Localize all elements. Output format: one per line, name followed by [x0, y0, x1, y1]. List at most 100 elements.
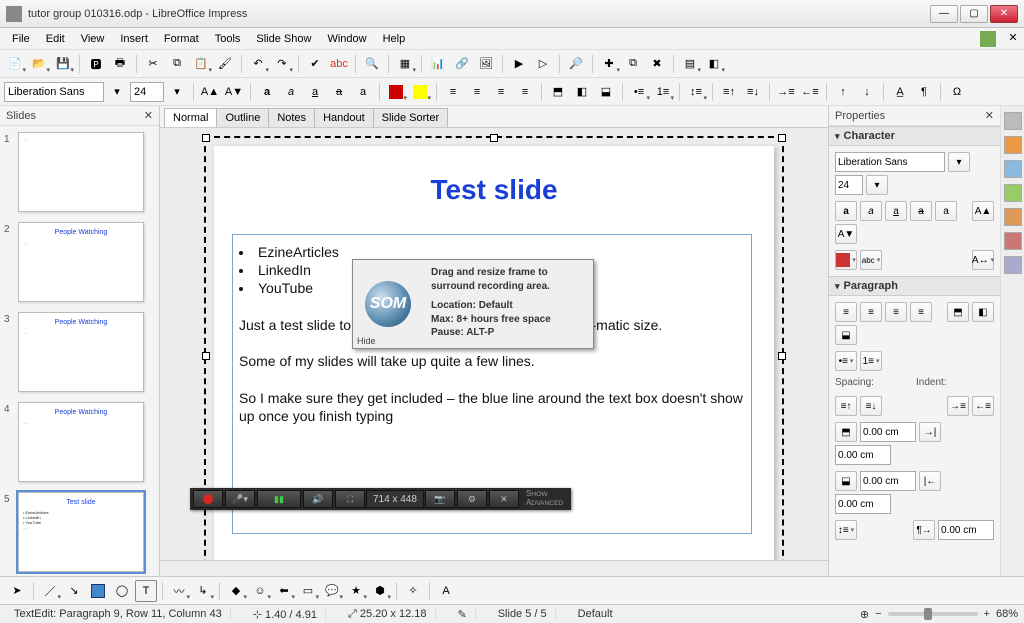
highlight-button[interactable]	[409, 81, 431, 103]
inc-para-space-button[interactable]: ≡↑	[718, 81, 740, 103]
resize-handle-w[interactable]	[202, 352, 210, 360]
select-tool[interactable]: ➤	[6, 580, 28, 602]
space-below-input[interactable]	[860, 471, 916, 491]
char-increase-size[interactable]: A▲	[972, 201, 994, 221]
dec-indent-icon[interactable]: ←≡	[972, 396, 994, 416]
zoom-fit-button[interactable]: ⊕	[860, 608, 869, 621]
para-numbering[interactable]: 1≡	[860, 351, 882, 371]
tab-normal[interactable]: Normal	[164, 108, 217, 127]
char-size-drop[interactable]: ▾	[866, 175, 888, 195]
menu-help[interactable]: Help	[375, 31, 414, 47]
undo-button[interactable]: ↶	[247, 53, 269, 75]
flowchart-tool[interactable]: ▭	[297, 580, 319, 602]
char-size-combo[interactable]	[835, 175, 863, 195]
ellipse-tool[interactable]: ◯	[111, 580, 133, 602]
align-center-button[interactable]: ≡	[466, 81, 488, 103]
resize-handle-n[interactable]	[490, 134, 498, 142]
image-button[interactable]: 🖼	[475, 53, 497, 75]
slide-design-button[interactable]: ◧	[703, 53, 725, 75]
3d-tool[interactable]: ⬢	[369, 580, 391, 602]
align-left-button[interactable]: ≡	[442, 81, 464, 103]
menu-insert[interactable]: Insert	[112, 31, 156, 47]
connector-tool[interactable]: ↳	[192, 580, 214, 602]
gluepoints-tool[interactable]: ✧	[402, 580, 424, 602]
char-spacing[interactable]: A↔	[972, 250, 994, 270]
para-valign-bottom[interactable]: ⬓	[835, 325, 857, 345]
redo-button[interactable]: ↷	[271, 53, 293, 75]
document-close-button[interactable]: ✕	[1006, 31, 1020, 47]
properties-close[interactable]: ✕	[985, 109, 994, 122]
char-underline[interactable]: a	[885, 201, 907, 221]
char-decrease-size[interactable]: A▼	[835, 224, 857, 244]
zoom-percent[interactable]: 68%	[996, 608, 1018, 620]
horizontal-scrollbar[interactable]	[160, 560, 828, 576]
menu-window[interactable]: Window	[319, 31, 374, 47]
record-button[interactable]	[193, 490, 223, 508]
slide-thumb-1[interactable]: …	[18, 132, 144, 212]
slide-thumb-4[interactable]: People Watching…	[18, 402, 144, 482]
bullets-button[interactable]: •≡	[628, 81, 650, 103]
char-bold[interactable]: a	[835, 201, 857, 221]
para-align-left[interactable]: ≡	[835, 302, 857, 322]
indent-right-input[interactable]	[835, 494, 891, 514]
shadow-button[interactable]: a	[352, 81, 374, 103]
fontwork-tool[interactable]: A	[435, 580, 457, 602]
window-close-button[interactable]: ✕	[990, 5, 1018, 23]
symbol-shapes-tool[interactable]: ☺	[249, 580, 271, 602]
block-arrows-tool[interactable]: ⬅	[273, 580, 295, 602]
rec-webcam-button[interactable]: 📷	[425, 490, 455, 508]
arrow-tool[interactable]: ↘	[63, 580, 85, 602]
zoom-in-button[interactable]: +	[984, 608, 990, 620]
spellcheck-button[interactable]: ✔	[304, 53, 326, 75]
strike-button[interactable]: a	[328, 81, 350, 103]
character-section-header[interactable]: Character	[829, 126, 1000, 146]
decrease-indent-button[interactable]: ←≡	[799, 81, 821, 103]
char-font-drop[interactable]: ▾	[948, 152, 970, 172]
rec-fullscreen-button[interactable]: ⛶	[335, 490, 365, 508]
menu-format[interactable]: Format	[156, 31, 207, 47]
open-button[interactable]: 📂	[28, 53, 50, 75]
font-color-button[interactable]	[385, 81, 407, 103]
delete-slide-button[interactable]: ✖	[646, 53, 668, 75]
char-highlight[interactable]: abc	[860, 250, 882, 270]
space-above-input[interactable]	[860, 422, 916, 442]
textbox-tool[interactable]: T	[135, 580, 157, 602]
insert-slide-button[interactable]: ✚	[598, 53, 620, 75]
para-dialog-button[interactable]: ¶	[913, 81, 935, 103]
rect-tool[interactable]	[87, 580, 109, 602]
decrease-font-button[interactable]: A▼	[223, 81, 245, 103]
paragraph-section-header[interactable]: Paragraph	[829, 276, 1000, 296]
save-button[interactable]: 💾	[52, 53, 74, 75]
som-control-bar[interactable]: 🎤▾ ▮▮ 🔊 ⛶ 714 x 448 📷 ⚙ ✕ SHOWADVANCED	[190, 488, 571, 510]
sidebar-styles-icon[interactable]	[1004, 136, 1022, 154]
char-font-combo[interactable]	[835, 152, 945, 172]
font-name-combo[interactable]	[4, 82, 104, 102]
sidebar-animation-icon[interactable]	[1004, 232, 1022, 250]
indent-left-input[interactable]	[835, 445, 891, 465]
numbering-button[interactable]: 1≡	[652, 81, 674, 103]
dec-spacing-icon[interactable]: ≡↓	[860, 396, 882, 416]
valign-top-button[interactable]: ⬒	[547, 81, 569, 103]
para-valign-top[interactable]: ⬒	[947, 302, 969, 322]
line-tool[interactable]: ／	[39, 580, 61, 602]
rec-dimensions[interactable]: 714 x 448	[366, 490, 424, 508]
menu-edit[interactable]: Edit	[38, 31, 73, 47]
slide-thumb-5[interactable]: Test slide• EzineArticles• LinkedIn• You…	[18, 492, 144, 572]
slides-panel-close[interactable]: ✕	[144, 109, 153, 122]
line-spacing-select[interactable]: ↕≡	[835, 520, 857, 540]
tab-notes[interactable]: Notes	[268, 108, 315, 127]
rec-mic-button[interactable]: 🎤▾	[225, 490, 255, 508]
menu-view[interactable]: View	[73, 31, 113, 47]
chart-button[interactable]: 📊	[427, 53, 449, 75]
basic-shapes-tool[interactable]: ◆	[225, 580, 247, 602]
rec-settings-button[interactable]: ⚙	[457, 490, 487, 508]
zoom-out-button[interactable]: −	[875, 608, 881, 620]
autospell-button[interactable]: abc	[328, 53, 350, 75]
char-strike[interactable]: a	[910, 201, 932, 221]
duplicate-slide-button[interactable]: ⧉	[622, 53, 644, 75]
inc-spacing-icon[interactable]: ≡↑	[835, 396, 857, 416]
copy-button[interactable]: ⧉	[166, 53, 188, 75]
find-button[interactable]: 🔍	[361, 53, 383, 75]
char-shadow[interactable]: a	[935, 201, 957, 221]
dec-para-space-button[interactable]: ≡↓	[742, 81, 764, 103]
